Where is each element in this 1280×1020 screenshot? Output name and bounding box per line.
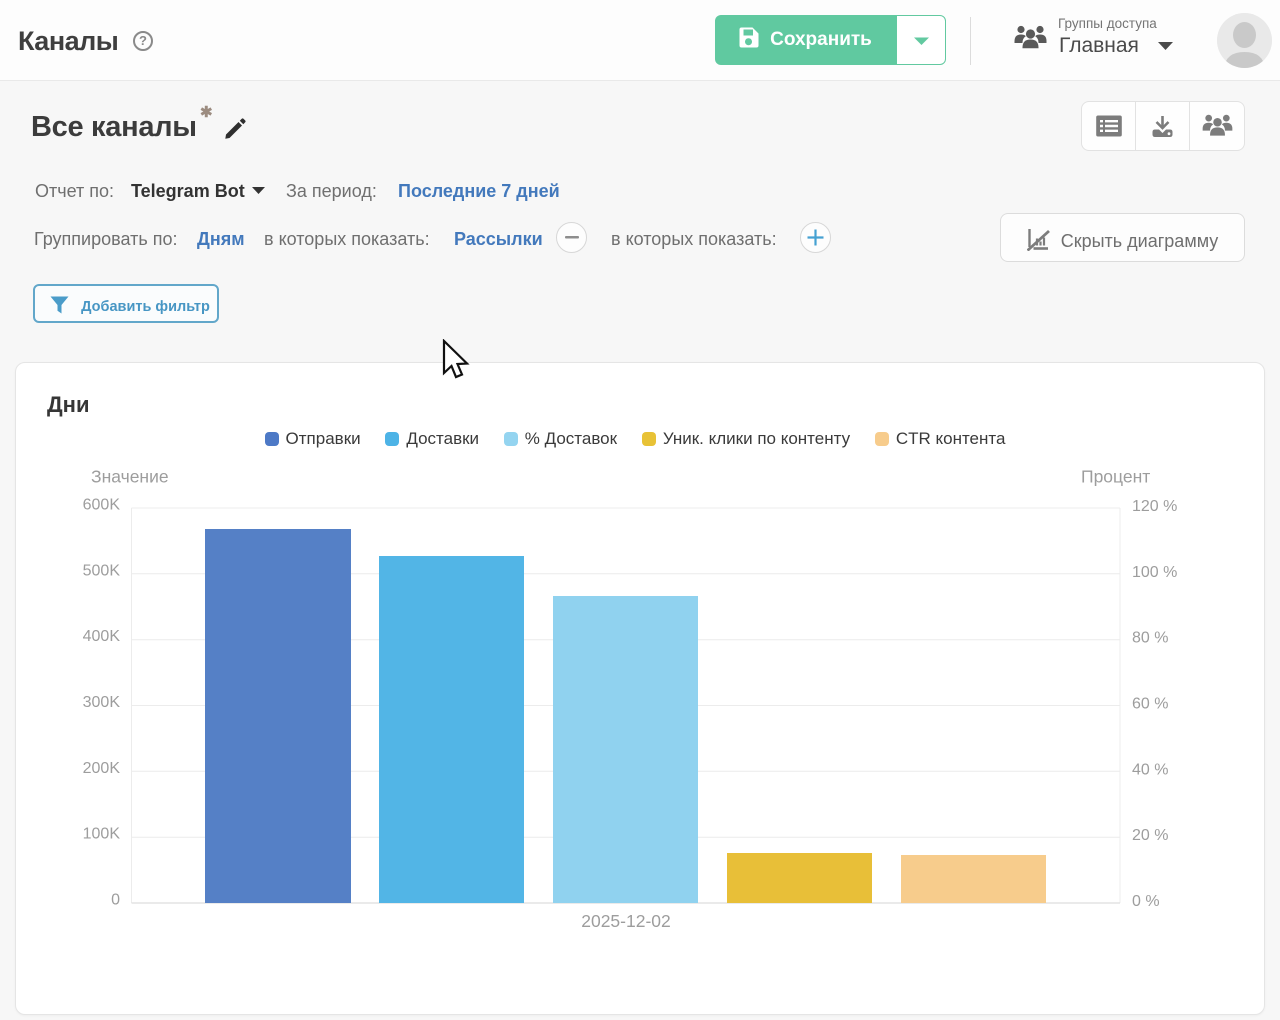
svg-text:Значение: Значение [91,467,169,487]
svg-text:0 %: 0 % [1132,893,1160,910]
svg-text:Процент: Процент [1081,467,1150,487]
svg-text:0: 0 [111,892,120,909]
svg-text:100 %: 100 % [1132,564,1177,581]
svg-text:20 %: 20 % [1132,827,1168,844]
svg-text:500K: 500K [83,562,121,579]
svg-text:200K: 200K [83,760,121,777]
svg-text:100K: 100K [83,826,121,843]
svg-text:2025-12-02: 2025-12-02 [581,911,671,931]
svg-text:300K: 300K [83,694,121,711]
svg-text:80 %: 80 % [1132,630,1168,647]
svg-text:40 %: 40 % [1132,761,1168,778]
svg-text:400K: 400K [83,628,121,645]
svg-text:60 %: 60 % [1132,696,1168,713]
svg-text:600K: 600K [83,497,121,514]
svg-text:120 %: 120 % [1132,498,1177,515]
